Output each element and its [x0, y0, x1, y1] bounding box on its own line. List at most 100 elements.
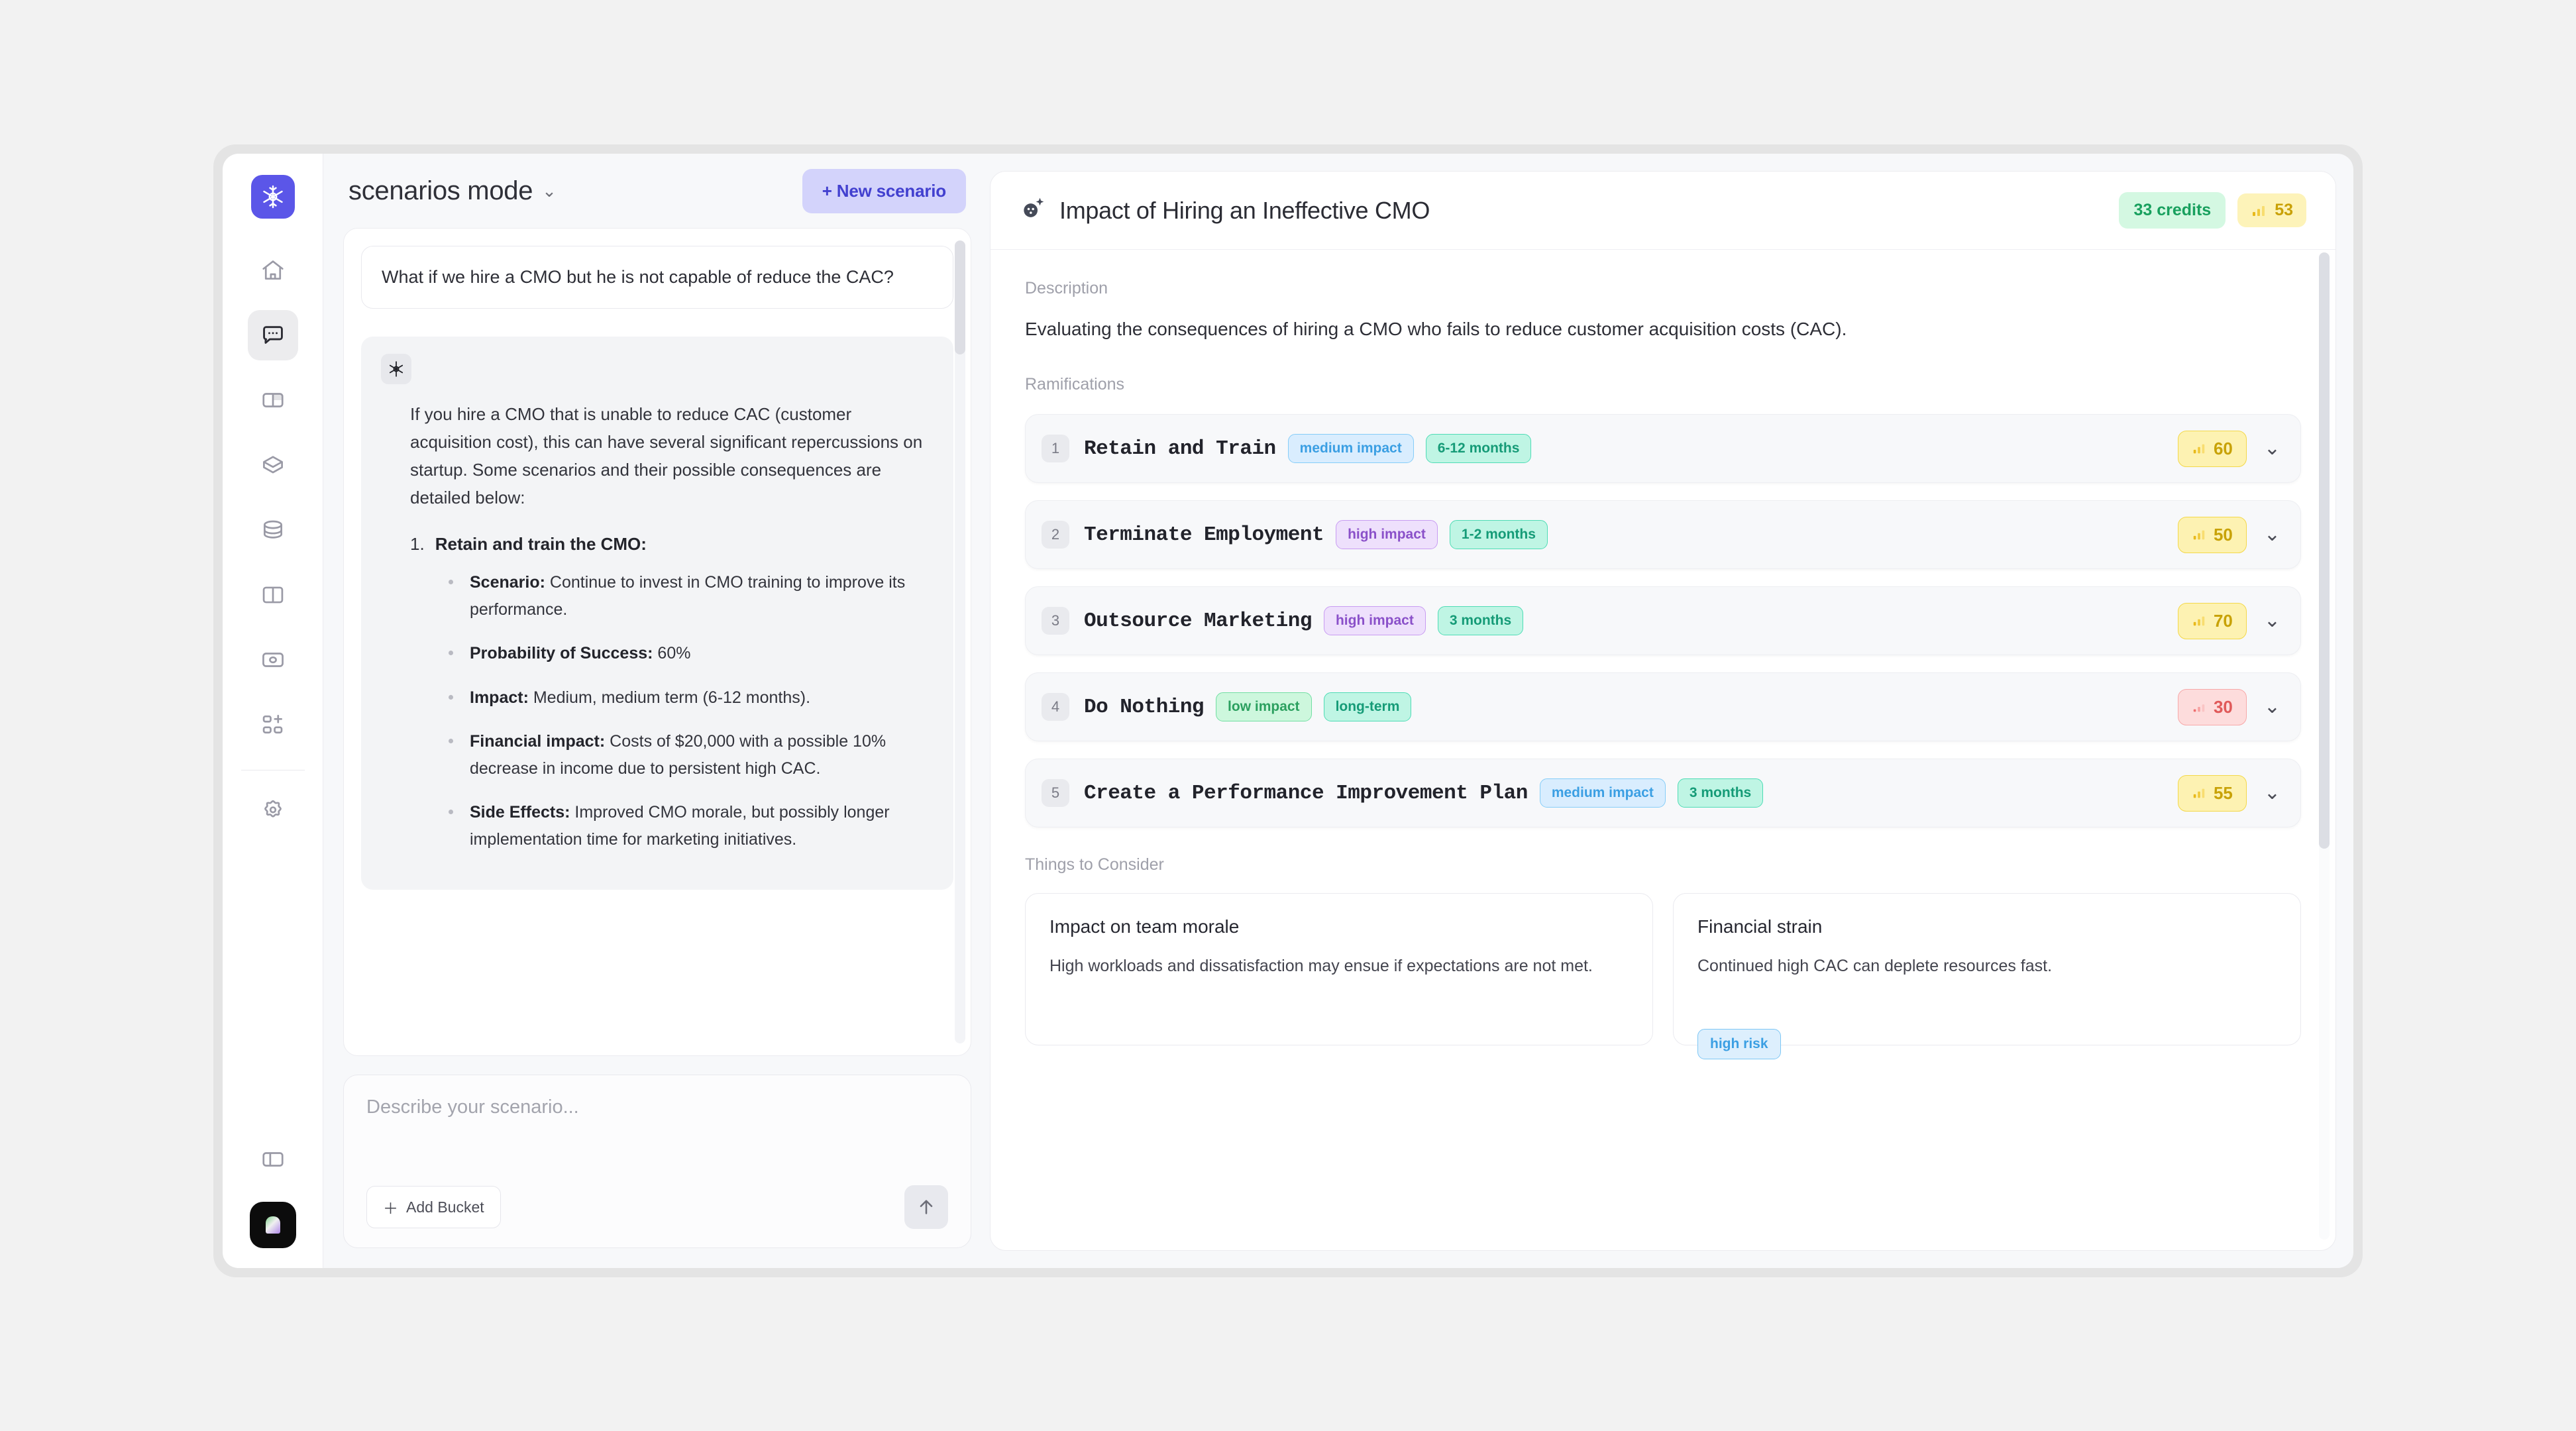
chat-scrollbar[interactable]: [955, 240, 965, 1043]
chat-scroll-region: What if we hire a CMO but he is not capa…: [343, 228, 971, 1056]
chevron-down-icon[interactable]: ⌄: [2264, 697, 2281, 717]
description-text: Evaluating the consequences of hiring a …: [1025, 315, 2301, 343]
assistant-bullet: Side Effects: Improved CMO morale, but p…: [446, 799, 934, 853]
ramification-score-badge: 30: [2178, 689, 2247, 725]
ramification-row[interactable]: 3 Outsource Marketing high impact 3 mont…: [1025, 586, 2301, 655]
detail-header: Impact of Hiring an Ineffective CMO 33 c…: [991, 172, 2335, 250]
ramification-index: 2: [1042, 521, 1069, 549]
assistant-bullet: Probability of Success: 60%: [446, 640, 934, 667]
assistant-body: If you hire a CMO that is unable to redu…: [381, 400, 934, 853]
ramification-score-value: 30: [2214, 697, 2233, 717]
avatar-glyph: [266, 1216, 280, 1234]
sidebar-item-book[interactable]: [248, 570, 298, 620]
consider-card-title: Impact on team morale: [1049, 916, 1629, 937]
ramification-score-value: 60: [2214, 439, 2233, 459]
sidebar-item-media[interactable]: [248, 635, 298, 685]
ramification-index: 1: [1042, 435, 1069, 462]
mode-title: scenarios mode: [349, 176, 533, 206]
ramification-title: Terminate Employment: [1084, 523, 1324, 547]
window-inner: scenarios mode ⌄ + New scenario What if …: [223, 154, 2353, 1268]
detail-scrollbar-thumb[interactable]: [2319, 252, 2330, 849]
assistant-item-heading: Retain and train the CMO:: [435, 534, 647, 555]
assistant-list-item: Retain and train the CMO: Scenario: Cont…: [410, 534, 934, 853]
app-logo-icon[interactable]: [251, 175, 295, 219]
bar-chart-icon: [2192, 700, 2206, 714]
sidebar-item-chat[interactable]: [248, 310, 298, 360]
page-title: Impact of Hiring an Ineffective CMO: [1059, 197, 1430, 225]
credits-badge: 33 credits: [2119, 192, 2226, 229]
assistant-bullet: Scenario: Continue to invest in CMO trai…: [446, 569, 934, 623]
bar-chart-icon: [2251, 203, 2267, 219]
impact-tag: low impact: [1216, 692, 1312, 721]
add-bucket-label: Add Bucket: [406, 1198, 484, 1216]
chat-topbar: scenarios mode ⌄ + New scenario: [343, 154, 971, 228]
user-avatar-icon[interactable]: [250, 1202, 296, 1248]
bullet-label: Scenario:: [470, 573, 545, 592]
detail-scrollbar[interactable]: [2319, 252, 2330, 1240]
ramification-title: Create a Performance Improvement Plan: [1084, 782, 1528, 805]
ramification-row[interactable]: 2 Terminate Employment high impact 1-2 m…: [1025, 500, 2301, 569]
timeframe-tag: 6-12 months: [1426, 434, 1532, 463]
bar-chart-icon: [2192, 441, 2206, 456]
app-window: scenarios mode ⌄ + New scenario What if …: [213, 144, 2363, 1277]
chevron-down-icon[interactable]: ⌄: [2264, 611, 2281, 631]
ramification-score-value: 50: [2214, 525, 2233, 545]
description-label: Description: [1025, 279, 2301, 298]
chevron-down-icon[interactable]: ⌄: [542, 182, 557, 199]
ramification-row[interactable]: 5 Create a Performance Improvement Plan …: [1025, 759, 2301, 827]
new-scenario-button[interactable]: + New scenario: [802, 169, 966, 213]
ramification-title: Retain and Train: [1084, 437, 1276, 460]
bullet-text: Medium, medium term (6-12 months).: [529, 688, 810, 707]
sidebar-toggle-icon[interactable]: [248, 1134, 298, 1185]
chat-scrollbar-thumb[interactable]: [955, 240, 965, 354]
ramification-index: 3: [1042, 607, 1069, 635]
bullet-label: Side Effects:: [470, 803, 570, 822]
ramification-title: Do Nothing: [1084, 696, 1204, 719]
ramification-score-value: 70: [2214, 611, 2233, 631]
sidebar-item-layout[interactable]: [248, 375, 298, 425]
impact-tag: high impact: [1336, 520, 1438, 549]
scenario-input[interactable]: Describe your scenario...: [366, 1096, 948, 1185]
chevron-down-icon[interactable]: ⌄: [2264, 525, 2281, 545]
things-to-consider-label: Things to Consider: [1025, 855, 2301, 874]
impact-tag: medium impact: [1288, 434, 1414, 463]
assistant-sub-list: Scenario: Continue to invest in CMO trai…: [446, 569, 934, 853]
bullet-label: Impact:: [470, 688, 529, 707]
sidebar-item-home[interactable]: [248, 245, 298, 295]
ramification-row[interactable]: 1 Retain and Train medium impact 6-12 mo…: [1025, 414, 2301, 483]
sidebar-icon-rail: [223, 154, 323, 1268]
assistant-ordered-list: Retain and train the CMO: Scenario: Cont…: [410, 534, 934, 853]
ramifications-label: Ramifications: [1025, 375, 2301, 394]
bullet-text: 60%: [653, 644, 690, 662]
sidebar-item-add-module[interactable]: [248, 700, 298, 750]
impact-tag: medium impact: [1540, 778, 1666, 808]
sidebar-item-cube[interactable]: [248, 440, 298, 490]
ramification-right: 50 ⌄: [2178, 517, 2281, 553]
plus-icon: ＋: [383, 1196, 398, 1218]
user-message-bubble: What if we hire a CMO but he is not capa…: [361, 246, 953, 309]
sidebar-item-settings[interactable]: [248, 785, 298, 835]
send-button[interactable]: [904, 1185, 948, 1229]
chevron-down-icon[interactable]: ⌄: [2264, 783, 2281, 803]
header-badges: 33 credits 53: [2119, 192, 2306, 229]
chat-column: scenarios mode ⌄ + New scenario What if …: [323, 154, 986, 1268]
consider-card-tag: high risk: [1697, 1029, 1781, 1059]
add-bucket-button[interactable]: ＋ Add Bucket: [366, 1186, 501, 1228]
assistant-logo-icon: [381, 354, 411, 384]
sidebar-item-database[interactable]: [248, 505, 298, 555]
ramification-row[interactable]: 4 Do Nothing low impact long-term 30 ⌄: [1025, 672, 2301, 741]
bullet-label: Financial impact:: [470, 732, 605, 751]
consider-card[interactable]: Financial strain Continued high CAC can …: [1673, 893, 2301, 1045]
ramification-score-value: 55: [2214, 783, 2233, 804]
scenario-composer[interactable]: Describe your scenario... ＋ Add Bucket: [343, 1075, 971, 1248]
timeframe-tag: long-term: [1324, 692, 1412, 721]
bar-chart-icon: [2192, 786, 2206, 800]
impact-tag: high impact: [1324, 606, 1426, 635]
ramifications-list: 1 Retain and Train medium impact 6-12 mo…: [1025, 414, 2301, 827]
chevron-down-icon[interactable]: ⌄: [2264, 439, 2281, 458]
assistant-intro: If you hire a CMO that is unable to redu…: [410, 400, 934, 511]
bar-chart-icon: [2192, 527, 2206, 542]
consider-card[interactable]: Impact on team morale High workloads and…: [1025, 893, 1653, 1045]
arrow-up-icon: [916, 1196, 937, 1218]
ramification-score-badge: 55: [2178, 775, 2247, 812]
